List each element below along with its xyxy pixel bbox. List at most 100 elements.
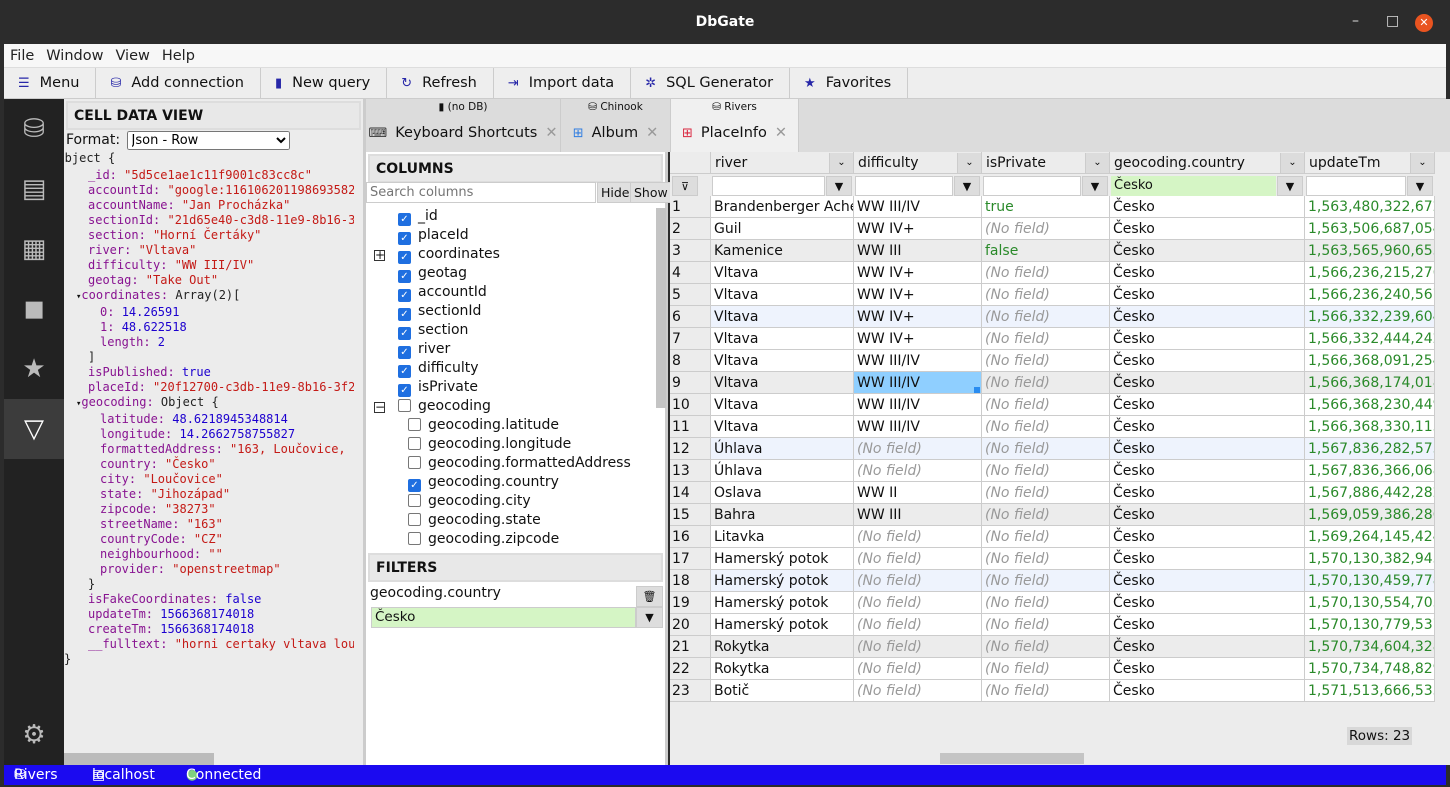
file-icon[interactable]: ▤	[4, 159, 64, 219]
grid-cell[interactable]: Vltava	[711, 350, 854, 372]
close-tab-icon[interactable]: ✕	[646, 125, 658, 141]
grid-cell[interactable]: (No field)	[854, 592, 982, 614]
grid-cell[interactable]: 1,570,130,554,705	[1305, 592, 1435, 614]
grid-cell[interactable]: 1,570,130,779,537	[1305, 614, 1435, 636]
grid-cell[interactable]: (No field)	[982, 592, 1110, 614]
grid-cell[interactable]: (No field)	[982, 262, 1110, 284]
expand-arrow-icon[interactable]: ▾	[76, 399, 81, 409]
grid-cell[interactable]: WW IV+	[854, 306, 982, 328]
column-item[interactable]: ✓ placeId	[398, 227, 469, 246]
menu-help[interactable]: Help	[156, 44, 201, 64]
column-header-isPrivate[interactable]: isPrivate ⌄	[982, 152, 1110, 174]
column-checkbox[interactable]	[408, 456, 421, 469]
chevron-down-icon[interactable]: ⌄	[957, 153, 981, 173]
column-filter-input[interactable]	[855, 176, 953, 196]
grid-cell[interactable]: Vltava	[711, 284, 854, 306]
grid-cell[interactable]: Hamerský potok	[711, 614, 854, 636]
column-checkbox[interactable]: ✓	[398, 251, 411, 264]
grid-cell[interactable]: Hamerský potok	[711, 570, 854, 592]
grid-cell[interactable]: Česko	[1110, 680, 1305, 702]
grid-cell[interactable]: (No field)	[982, 284, 1110, 306]
hide-columns-button[interactable]: Hide	[597, 182, 634, 203]
grid-cell[interactable]: Česko	[1110, 394, 1305, 416]
column-checkbox[interactable]: ✓	[398, 213, 411, 226]
grid-cell[interactable]: (No field)	[982, 526, 1110, 548]
grid-cell[interactable]: 1,563,506,687,054	[1305, 218, 1435, 240]
grid-cell[interactable]: WW III/IV	[854, 394, 982, 416]
column-checkbox[interactable]	[408, 418, 421, 431]
import-data-button[interactable]: ⇥ Import data	[494, 68, 632, 99]
settings-icon[interactable]: ⚙	[4, 705, 64, 765]
column-header-updateTm[interactable]: updateTm ⌄	[1305, 152, 1435, 174]
column-checkbox[interactable]: ✓	[398, 232, 411, 245]
grid-cell[interactable]: (No field)	[854, 526, 982, 548]
grid-cell[interactable]: (No field)	[854, 636, 982, 658]
database-icon[interactable]: ⛁	[4, 99, 64, 159]
grid-cell[interactable]: Brandenberger Ache	[711, 196, 854, 218]
column-item[interactable]: geocoding.state	[408, 512, 541, 531]
grid-cell[interactable]: (No field)	[982, 680, 1110, 702]
clear-filters-button[interactable]: ⊽	[672, 176, 698, 196]
grid-cell[interactable]: WW IV+	[854, 328, 982, 350]
filter-button[interactable]: ▼	[1407, 176, 1433, 196]
grid-cell[interactable]: Bahra	[711, 504, 854, 526]
column-item[interactable]: ✓ accountId	[398, 284, 487, 303]
filter-button[interactable]: ▼	[826, 176, 852, 196]
maximize-button[interactable]: □	[1386, 13, 1399, 29]
format-select[interactable]: Json - Row	[126, 131, 290, 150]
chevron-down-icon[interactable]: ⌄	[829, 153, 853, 173]
close-tab-icon[interactable]: ✕	[775, 125, 787, 141]
grid-cell[interactable]: 1,570,734,604,328	[1305, 636, 1435, 658]
grid-cell[interactable]: 1,566,236,240,567	[1305, 284, 1435, 306]
grid-cell[interactable]: Česko	[1110, 636, 1305, 658]
column-checkbox[interactable]: ✓	[398, 270, 411, 283]
column-item[interactable]: geocoding.latitude	[408, 417, 559, 436]
grid-cell[interactable]: (No field)	[982, 372, 1110, 394]
grid-cell[interactable]: Česko	[1110, 614, 1305, 636]
grid-cell[interactable]: Hamerský potok	[711, 548, 854, 570]
grid-cell[interactable]: Vltava	[711, 394, 854, 416]
menu-window[interactable]: Window	[40, 44, 109, 64]
column-checkbox[interactable]: ✓	[398, 346, 411, 359]
grid-cell[interactable]: Rokytka	[711, 658, 854, 680]
column-filter-input[interactable]	[712, 176, 825, 196]
grid-cell[interactable]: 1,570,734,748,829	[1305, 658, 1435, 680]
grid-cell[interactable]: Guil	[711, 218, 854, 240]
grid-cell[interactable]: WW IV+	[854, 284, 982, 306]
filter-button[interactable]: ▼	[954, 176, 980, 196]
column-item[interactable]: − geocoding	[374, 398, 491, 417]
grid-cell[interactable]: 1,566,332,239,604	[1305, 306, 1435, 328]
grid-cell[interactable]: 1,570,130,459,778	[1305, 570, 1435, 592]
grid-cell[interactable]: 1,566,332,444,242	[1305, 328, 1435, 350]
grid-cell[interactable]: Botič	[711, 680, 854, 702]
grid-cell[interactable]: Česko	[1110, 460, 1305, 482]
column-checkbox[interactable]: ✓	[398, 308, 411, 321]
grid-cell[interactable]: Vltava	[711, 416, 854, 438]
grid-cell[interactable]: Česko	[1110, 218, 1305, 240]
favorites-button[interactable]: ★ Favorites	[790, 68, 909, 99]
menu-file[interactable]: File	[4, 44, 40, 64]
grid-cell[interactable]: true	[982, 196, 1110, 218]
grid-cell[interactable]: Česko	[1110, 306, 1305, 328]
filter-button[interactable]: ▼	[1082, 176, 1108, 196]
tab-placeinfo[interactable]: ⊞ PlaceInfo ✕	[671, 115, 799, 152]
grid-cell[interactable]: 1,563,480,322,672	[1305, 196, 1435, 218]
grid-cell[interactable]: WW II	[854, 482, 982, 504]
column-filter-input[interactable]	[983, 176, 1081, 196]
column-item[interactable]: ✓ _id	[398, 208, 438, 227]
grid-cell[interactable]: Oslava	[711, 482, 854, 504]
grid-cell[interactable]: 1,566,368,091,254	[1305, 350, 1435, 372]
grid-cell[interactable]: (No field)	[854, 658, 982, 680]
grid-cell[interactable]: 1,566,368,330,115	[1305, 416, 1435, 438]
filter-icon[interactable]: ▽	[4, 399, 64, 459]
grid-cell[interactable]: WW III/IV	[854, 372, 982, 394]
column-checkbox[interactable]: ✓	[398, 327, 411, 340]
grid-cell[interactable]: Česko	[1110, 504, 1305, 526]
column-item[interactable]: geocoding.formattedAddress	[408, 455, 631, 474]
expand-icon[interactable]: +	[374, 249, 385, 261]
column-checkbox[interactable]	[408, 494, 421, 507]
grid-cell[interactable]: Vltava	[711, 372, 854, 394]
grid-cell[interactable]: Česko	[1110, 284, 1305, 306]
show-columns-button[interactable]: Show	[630, 182, 672, 203]
new-query-button[interactable]: ▮ New query	[261, 68, 388, 99]
